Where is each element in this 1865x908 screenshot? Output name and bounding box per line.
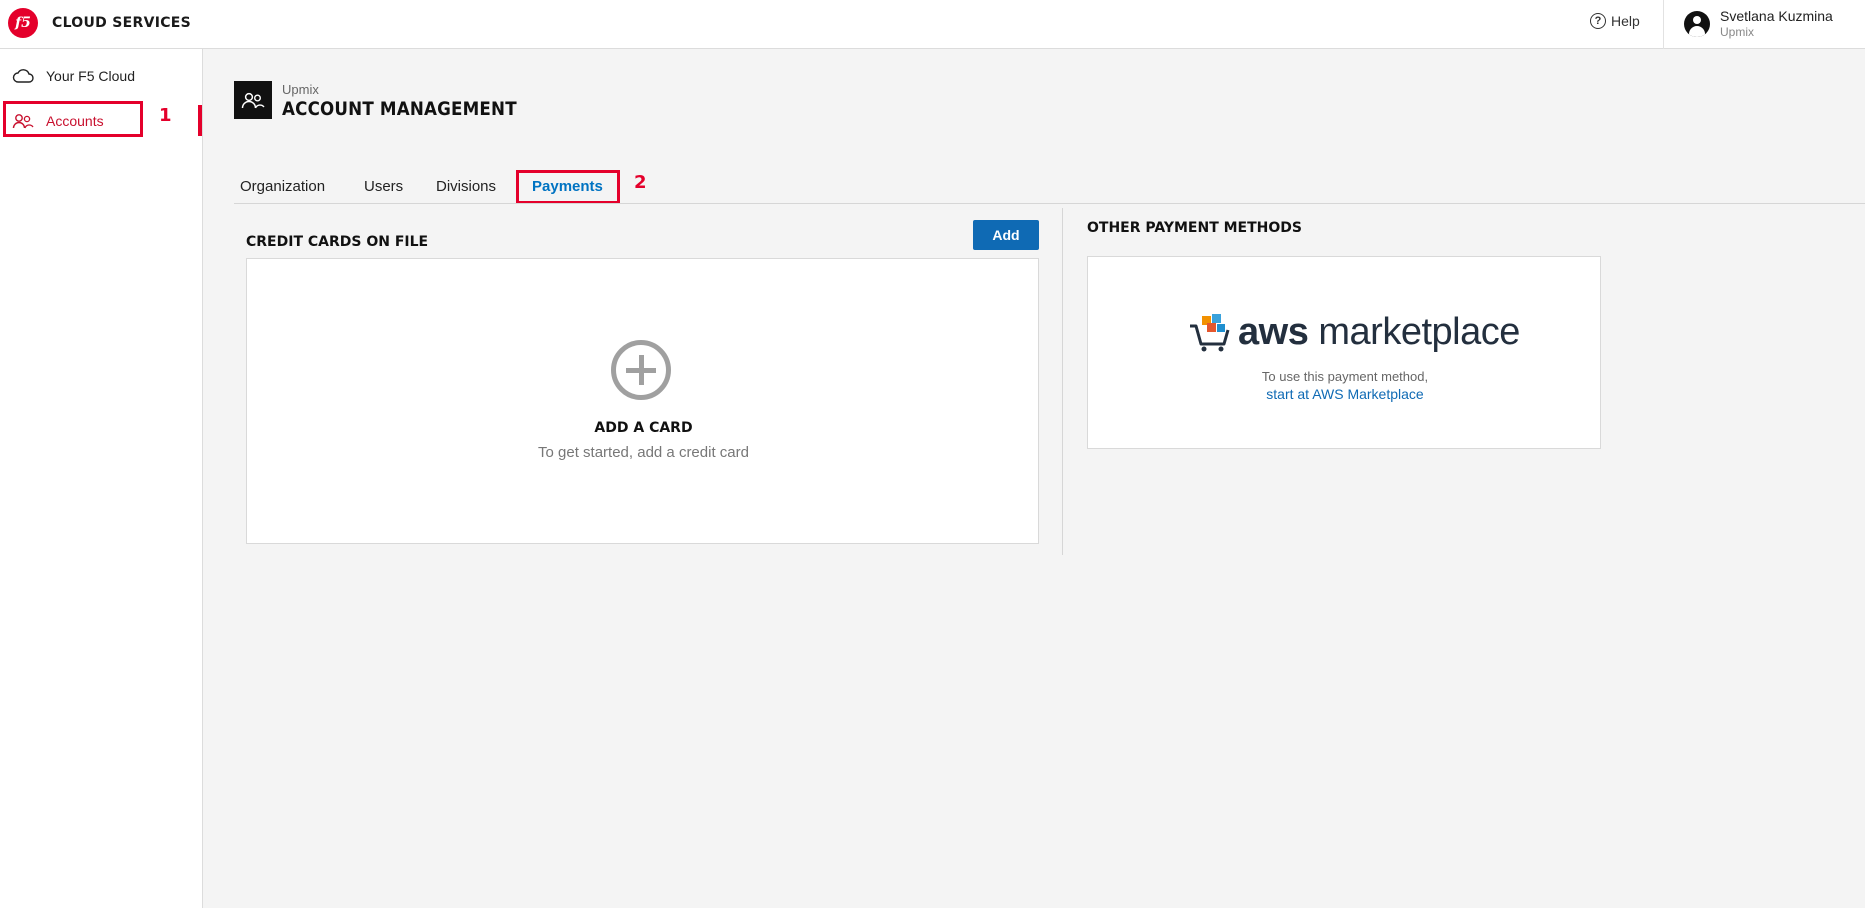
user-menu[interactable]: Svetlana Kuzmina Upmix — [1684, 7, 1833, 39]
aws-marketplace-logo: aws marketplace — [1188, 311, 1520, 354]
annotation-step-1: 1 — [159, 105, 172, 126]
f5-logo: f5 — [8, 8, 38, 38]
help-icon: ? — [1590, 13, 1606, 29]
avatar — [1684, 11, 1710, 37]
cart-icon — [1190, 313, 1230, 351]
page-title: ACCOUNT MANAGEMENT — [282, 98, 517, 120]
add-card-title: ADD A CARD — [594, 420, 693, 436]
tabs-divider — [234, 203, 1865, 204]
plus-circle-icon[interactable] — [611, 340, 671, 400]
help-link[interactable]: ? Help — [1590, 13, 1640, 29]
help-label: Help — [1611, 13, 1640, 29]
app-title: CLOUD SERVICES — [52, 15, 192, 31]
aws-brand-suffix: marketplace — [1308, 311, 1520, 353]
sidebar: Your F5 Cloud Accounts — [0, 49, 203, 908]
tab-organization[interactable]: Organization — [240, 178, 325, 195]
aws-marketplace-panel: aws marketplace To use this payment meth… — [1087, 256, 1601, 449]
cloud-icon — [12, 67, 34, 85]
add-card-subtitle: To get started, add a credit card — [538, 444, 749, 461]
active-indicator — [198, 105, 202, 136]
credit-cards-panel: ADD A CARD To get started, add a credit … — [246, 258, 1039, 544]
aws-marketplace-link[interactable]: start at AWS Marketplace — [1088, 386, 1602, 402]
tab-divisions[interactable]: Divisions — [436, 178, 496, 195]
account-icon — [234, 81, 272, 119]
page-org: Upmix — [282, 82, 319, 97]
user-org: Upmix — [1720, 25, 1755, 39]
annotation-highlight-accounts — [3, 101, 143, 137]
top-bar: f5 CLOUD SERVICES ? Help Svetlana Kuzmin… — [0, 0, 1865, 49]
aws-brand: aws — [1238, 311, 1309, 353]
tab-users[interactable]: Users — [364, 178, 403, 195]
sidebar-item-your-f5-cloud[interactable]: Your F5 Cloud — [0, 56, 203, 96]
brand[interactable]: f5 CLOUD SERVICES — [8, 8, 191, 38]
other-payments-title: OTHER PAYMENT METHODS — [1087, 220, 1302, 236]
credit-cards-title: CREDIT CARDS ON FILE — [246, 234, 429, 250]
add-card-button[interactable]: Add — [973, 220, 1039, 250]
sidebar-item-label: Your F5 Cloud — [46, 68, 135, 84]
section-divider — [1062, 208, 1063, 555]
user-name: Svetlana Kuzmina — [1720, 8, 1833, 24]
annotation-highlight-payments — [516, 170, 620, 204]
annotation-step-2: 2 — [634, 172, 647, 193]
topbar-divider — [1663, 0, 1664, 49]
aws-note: To use this payment method, — [1261, 369, 1429, 384]
